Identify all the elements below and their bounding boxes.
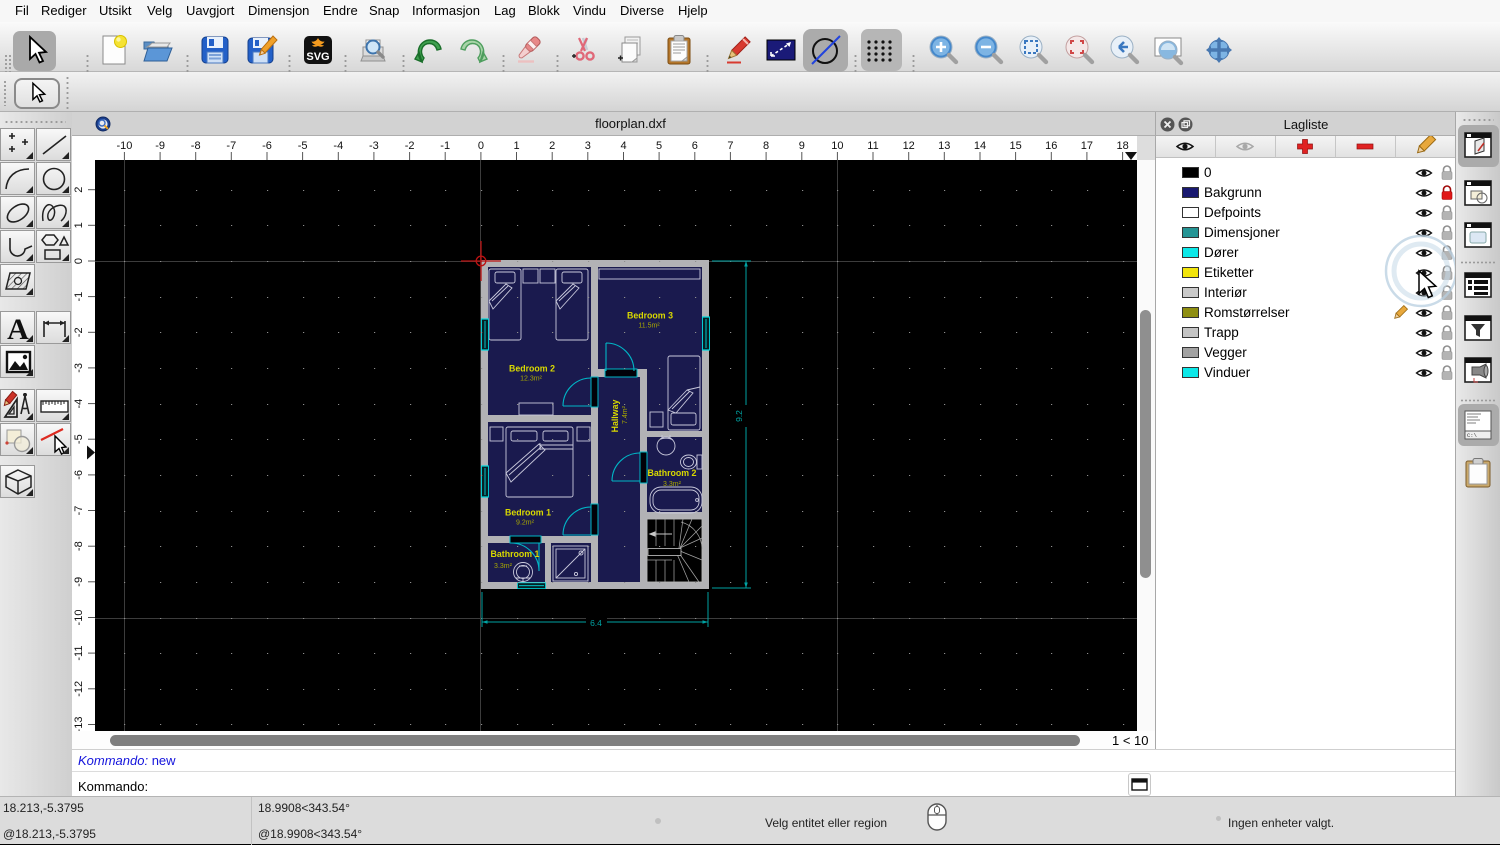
svg-text:-12: -12 [73, 681, 85, 697]
svg-text:17: 17 [1081, 140, 1093, 152]
svg-text:-3: -3 [73, 363, 85, 373]
svg-text:7: 7 [727, 140, 733, 152]
svg-text:3.3m²: 3.3m² [494, 563, 513, 570]
svg-text:-9: -9 [73, 577, 85, 587]
svg-text:18: 18 [1116, 140, 1128, 152]
svg-text:16: 16 [1045, 140, 1057, 152]
svg-text:10: 10 [831, 140, 843, 152]
svg-text:1: 1 [513, 140, 519, 152]
svg-text:1: 1 [73, 222, 85, 228]
svg-text:-4: -4 [333, 140, 343, 152]
svg-text:-4: -4 [73, 399, 85, 409]
svg-text:2: 2 [549, 140, 555, 152]
svg-text:2: 2 [73, 187, 85, 193]
svg-text:-13: -13 [73, 717, 85, 731]
svg-text:SVG: SVG [306, 51, 329, 63]
svg-text:-8: -8 [191, 140, 201, 152]
svg-text:Bedroom 2: Bedroom 2 [509, 364, 555, 374]
svg-text:C:\: C:\ [1467, 432, 1477, 439]
svg-text:8: 8 [763, 140, 769, 152]
svg-text:-5: -5 [73, 434, 85, 444]
svg-text:Bedroom 3: Bedroom 3 [627, 311, 673, 321]
svg-text:9: 9 [799, 140, 805, 152]
svg-text:9.2: 9.2 [734, 410, 744, 422]
svg-text:-6: -6 [73, 470, 85, 480]
svg-text:-7: -7 [226, 140, 236, 152]
svg-text:-7: -7 [73, 506, 85, 516]
svg-text:0: 0 [478, 140, 484, 152]
svg-text:Hallway: Hallway [610, 400, 620, 433]
svg-text:-2: -2 [73, 327, 85, 337]
svg-text:11: 11 [867, 140, 878, 152]
svg-text:Bedroom 1: Bedroom 1 [505, 508, 551, 518]
svg-text:15: 15 [1009, 140, 1021, 152]
svg-text:-2: -2 [405, 140, 415, 152]
svg-text:-5: -5 [298, 140, 308, 152]
svg-text:-11: -11 [73, 646, 85, 661]
svg-text:-1: -1 [440, 140, 450, 152]
svg-text:12: 12 [903, 140, 915, 152]
svg-text:5: 5 [656, 140, 662, 152]
svg-text:-3: -3 [369, 140, 379, 152]
svg-text:-10: -10 [116, 140, 132, 152]
svg-text:6: 6 [692, 140, 698, 152]
svg-text:Bathroom 1: Bathroom 1 [491, 549, 540, 559]
svg-text:9.2m²: 9.2m² [516, 520, 535, 527]
svg-text:Bathroom 2: Bathroom 2 [648, 468, 697, 478]
svg-text:13: 13 [938, 140, 950, 152]
svg-text:11.5m²: 11.5m² [638, 323, 660, 330]
svg-text:-10: -10 [73, 610, 85, 626]
svg-text:7.4m²: 7.4m² [622, 405, 629, 424]
svg-text:3.3m²: 3.3m² [663, 481, 682, 488]
svg-text:14: 14 [974, 140, 986, 152]
svg-text:12.3m²: 12.3m² [520, 376, 542, 383]
svg-text:6.4: 6.4 [590, 618, 602, 628]
svg-text:3: 3 [585, 140, 591, 152]
svg-text:-6: -6 [262, 140, 272, 152]
svg-text:-1: -1 [73, 292, 85, 302]
svg-text:-8: -8 [73, 541, 85, 551]
svg-text:4: 4 [620, 140, 626, 152]
svg-text:-9: -9 [155, 140, 165, 152]
svg-text:0: 0 [73, 258, 85, 264]
